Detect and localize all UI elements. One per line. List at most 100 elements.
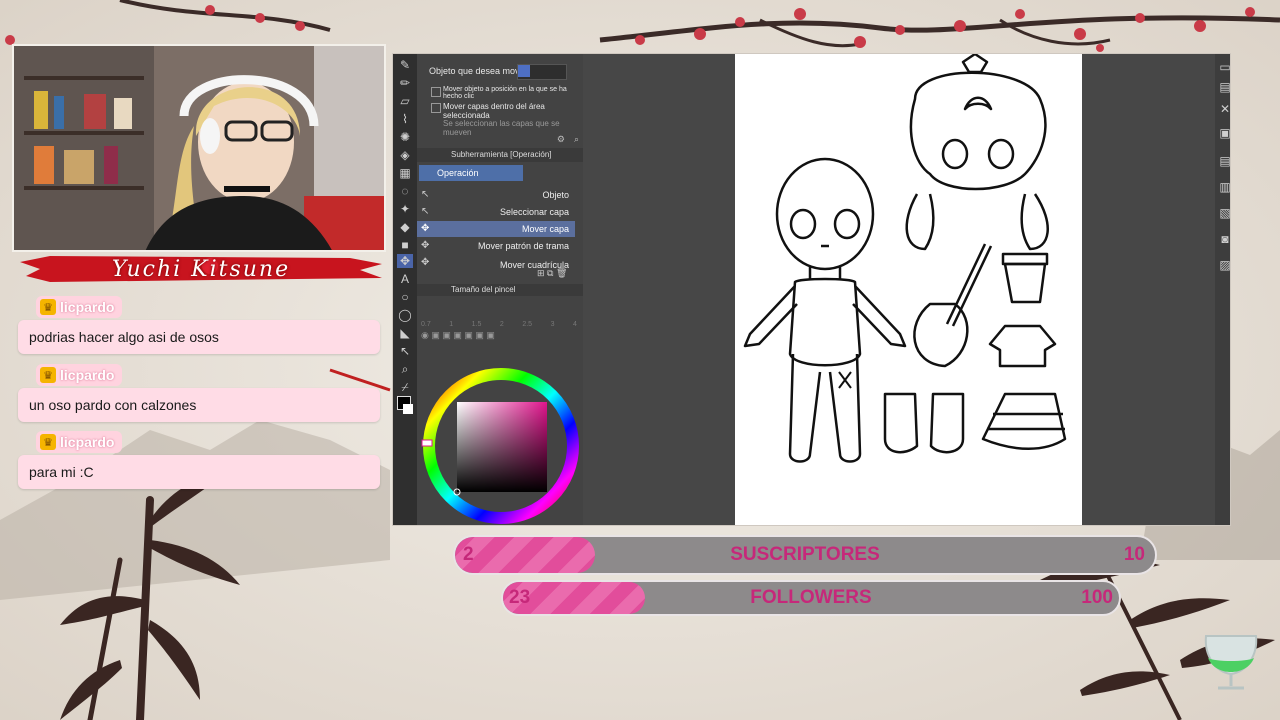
- move-grid-icon: ✥: [421, 257, 430, 268]
- balloon-icon[interactable]: ◯: [397, 308, 413, 322]
- crown-icon: ♛: [40, 434, 56, 450]
- option-label: Mover objeto a posición en la que se ha …: [443, 86, 567, 100]
- object-label: Objeto que desea mover: [429, 66, 528, 76]
- chat-username: licpardo: [60, 434, 115, 450]
- chat-text: para mi :C: [18, 455, 380, 489]
- fill-icon[interactable]: ◈: [397, 148, 413, 162]
- zoom-icon[interactable]: ⌕: [397, 362, 413, 376]
- chat-text: un oso pardo con calzones: [18, 388, 380, 422]
- object-select-icon: [518, 65, 530, 77]
- camera-icon[interactable]: ◙: [1217, 232, 1230, 246]
- webcam-feed: [12, 44, 386, 252]
- eraser-icon[interactable]: ▱: [397, 94, 413, 108]
- close-icon[interactable]: ✕: [1217, 102, 1230, 116]
- pen-icon[interactable]: ✎: [397, 58, 413, 72]
- crown-icon: ♛: [40, 299, 56, 315]
- pencil-icon[interactable]: ✏: [397, 76, 413, 90]
- navigator-icon[interactable]: ▤: [1217, 80, 1230, 94]
- subtool-item[interactable]: ✥ Mover cuadrícula: [417, 255, 575, 269]
- crown-icon: ♛: [40, 367, 56, 383]
- webcam-image: [14, 46, 384, 250]
- link-icon[interactable]: ▨: [1217, 258, 1230, 272]
- chat-user-tag: ♛ licpardo: [36, 296, 123, 318]
- glass-decoration: [1204, 635, 1258, 690]
- brush-size-value[interactable]: 2.5: [522, 321, 532, 328]
- tool-palette: ✎ ✏ ▱ ⌇ ✺ ◈ ▦ ◌ ✦ ◆ ■ ✥ A ○ ◯ ◣ ↖ ⌕ ⌿: [393, 54, 417, 525]
- blend-icon[interactable]: ✺: [397, 130, 413, 144]
- subtool-header: Subherramienta [Operación]: [417, 148, 583, 162]
- move-layer-icon: ✥: [421, 223, 430, 234]
- subtool-actions[interactable]: ⊞ ⧉ 🗑: [537, 268, 567, 279]
- streamer-name: Yuchi Kitsune: [111, 256, 291, 282]
- subtool-item[interactable]: ✥ Mover patrón de trama: [417, 238, 575, 254]
- chat-message: ♛ licpardo podrias hacer algo asi de oso…: [18, 296, 380, 354]
- brush-icon[interactable]: ⌇: [397, 112, 413, 126]
- lasso-icon[interactable]: ◌: [397, 184, 413, 198]
- option-checkbox[interactable]: [431, 87, 441, 97]
- frame-icon[interactable]: ▦: [397, 166, 413, 180]
- subtool-item[interactable]: ↖ Objeto: [417, 187, 575, 203]
- shape-icon[interactable]: ○: [397, 290, 413, 304]
- brush-size-presets: 0.7 1 1.5 2 2.5 3 4: [421, 298, 577, 328]
- subtool-group-label: Operación: [437, 168, 479, 178]
- bucket-icon[interactable]: ◆: [397, 220, 413, 234]
- chat-username: licpardo: [60, 367, 115, 383]
- text-icon[interactable]: A: [397, 272, 413, 286]
- subtool-group-tab[interactable]: Operación: [419, 165, 523, 181]
- canvas-area[interactable]: [583, 54, 1230, 525]
- brush-size-value[interactable]: 3: [551, 321, 555, 328]
- follower-target: 100: [1081, 587, 1113, 608]
- drawing-canvas[interactable]: [735, 54, 1082, 525]
- subtool-item-label: Mover capa: [521, 224, 569, 234]
- option-checkbox[interactable]: [431, 103, 441, 113]
- wand-icon[interactable]: ✦: [397, 202, 413, 216]
- layer-icon[interactable]: ▭: [1217, 60, 1230, 74]
- chat-message: ♛ licpardo un oso pardo con calzones: [18, 364, 380, 422]
- material-icon[interactable]: ▣: [1217, 126, 1230, 140]
- chat-message: ♛ licpardo para mi :C: [18, 431, 380, 489]
- tool-panel: Objeto que desea mover Mover objeto a po…: [417, 54, 583, 525]
- chibi-lineart: [743, 54, 1067, 463]
- follower-label: FOLLOWERS: [750, 587, 872, 608]
- panel-footer: ⚙ ⌕: [417, 134, 583, 144]
- operation-icon[interactable]: ↖: [397, 344, 413, 358]
- color-wheel[interactable]: [419, 366, 581, 526]
- gradient-icon[interactable]: ■: [397, 238, 413, 252]
- subscriber-goal-bar: 2 SUSCRIPTORES 10: [453, 535, 1157, 575]
- ruler-icon[interactable]: ◣: [397, 326, 413, 340]
- brush-size-value[interactable]: 4: [573, 321, 577, 328]
- right-panel-icons: ▭ ▤ ✕ ▣ ▤ ▥ ▧ ◙ ▨: [1215, 54, 1230, 525]
- subtool-item-selected[interactable]: ✥ Mover capa: [417, 221, 575, 237]
- chat-user-tag: ♛ licpardo: [36, 431, 123, 453]
- brush-size-value[interactable]: 1.5: [472, 321, 482, 328]
- history-icon[interactable]: ▥: [1217, 180, 1230, 194]
- brush-size-value[interactable]: 0.7: [421, 321, 431, 328]
- settings-icon[interactable]: ⚙: [557, 134, 565, 145]
- subtool-item-label: Mover patrón de trama: [477, 241, 569, 251]
- move-pattern-icon: ✥: [421, 240, 430, 251]
- subtool-item[interactable]: ↖ Seleccionar capa: [417, 204, 575, 220]
- color-mode-icons[interactable]: ◉ ▣ ▣ ▣ ▣ ▣ ▣: [421, 330, 579, 342]
- chat-text: podrias hacer algo asi de osos: [18, 320, 380, 354]
- brush-size-value[interactable]: 2: [500, 321, 504, 328]
- follower-goal-bar: 23 FOLLOWERS 100: [501, 580, 1121, 616]
- select-layer-icon: ↖: [421, 206, 430, 217]
- brush-size-label: Tamaño del pincel: [451, 285, 516, 294]
- sub-color-swatch[interactable]: [403, 404, 413, 414]
- page-icon[interactable]: ▤: [1217, 154, 1230, 168]
- move-icon[interactable]: ✥: [397, 254, 413, 268]
- eyedropper-icon[interactable]: ⌿: [397, 380, 413, 394]
- export-icon[interactable]: ▧: [1217, 206, 1230, 220]
- subscriber-target: 10: [1123, 544, 1145, 565]
- object-tool-icon: ↖: [421, 189, 430, 200]
- brush-size-header: Tamaño del pincel: [417, 284, 583, 296]
- subtool-item-label: Seleccionar capa: [499, 207, 569, 217]
- subscriber-label: SUSCRIPTORES: [730, 544, 880, 565]
- subtool-item-label: Objeto: [542, 190, 569, 200]
- brush-size-value[interactable]: 1: [449, 321, 453, 328]
- subtool-header-label: Subherramienta [Operación]: [451, 150, 552, 159]
- drawing-app-window: ✎ ✏ ▱ ⌇ ✺ ◈ ▦ ◌ ✦ ◆ ■ ✥ A ○ ◯ ◣ ↖ ⌕ ⌿ Ob…: [392, 53, 1231, 526]
- option-label: Mover capas dentro del área seleccionada: [443, 102, 545, 120]
- chat-user-tag: ♛ licpardo: [36, 364, 123, 386]
- search-icon[interactable]: ⌕: [574, 134, 579, 145]
